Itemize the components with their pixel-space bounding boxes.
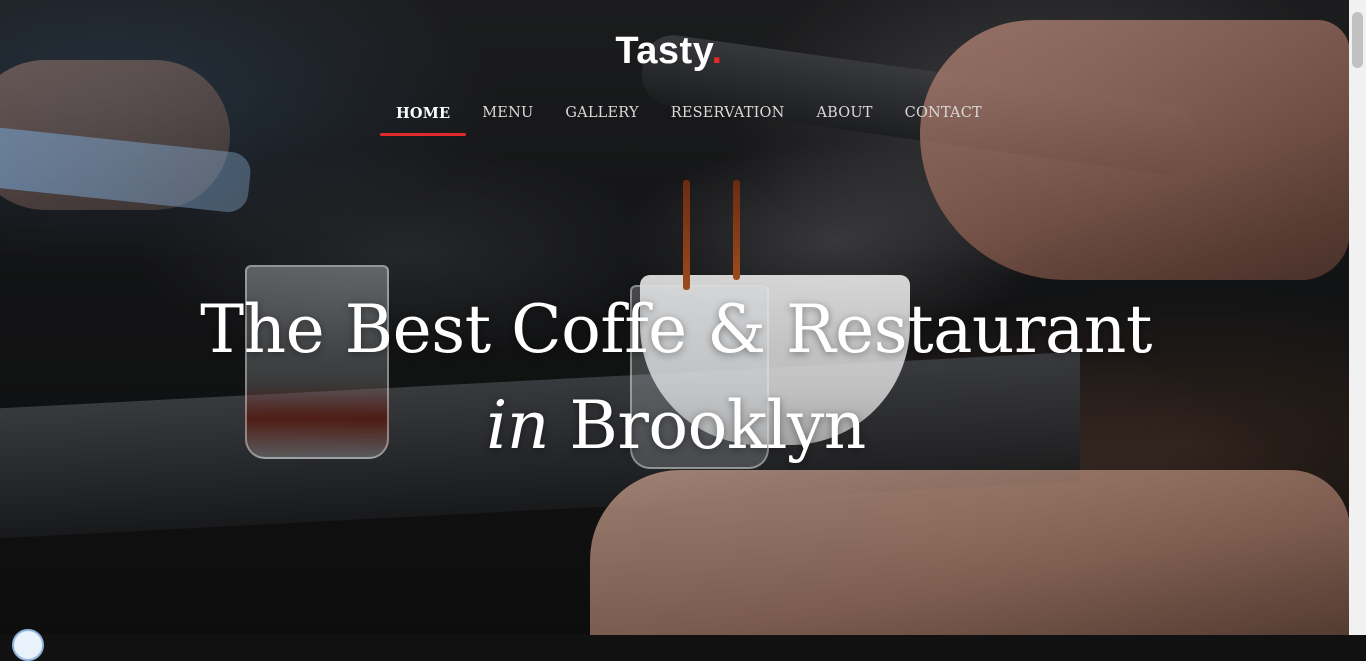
hero-headline-italic-word: in: [486, 387, 549, 464]
logo-text: Tasty: [615, 30, 712, 72]
hero-content: Tasty. HOME MENU GALLERY RESERVATION ABO…: [0, 0, 1349, 635]
chat-widget-icon[interactable]: [12, 629, 44, 661]
main-navigation: HOME MENU GALLERY RESERVATION ABOUT CONT…: [380, 105, 998, 136]
nav-item-contact[interactable]: CONTACT: [889, 105, 998, 136]
nav-item-menu[interactable]: MENU: [466, 105, 549, 136]
hero-headline-location: Brooklyn: [569, 387, 866, 464]
nav-item-reservation[interactable]: RESERVATION: [655, 105, 801, 136]
vertical-scrollbar[interactable]: [1349, 0, 1366, 635]
site-logo[interactable]: Tasty.: [0, 30, 1338, 73]
nav-item-gallery[interactable]: GALLERY: [549, 105, 654, 136]
hero-section: Tasty. HOME MENU GALLERY RESERVATION ABO…: [0, 0, 1349, 635]
scrollbar-thumb[interactable]: [1352, 12, 1363, 68]
nav-item-about[interactable]: ABOUT: [800, 105, 888, 136]
logo-dot: .: [711, 30, 723, 72]
hero-headline: The Best Coffe & Restaurant in Brooklyn: [0, 282, 1349, 474]
hero-headline-line1: The Best Coffe & Restaurant: [200, 291, 1152, 368]
nav-item-home[interactable]: HOME: [380, 105, 467, 136]
hero-headline-line2: in Brooklyn: [0, 378, 1349, 474]
